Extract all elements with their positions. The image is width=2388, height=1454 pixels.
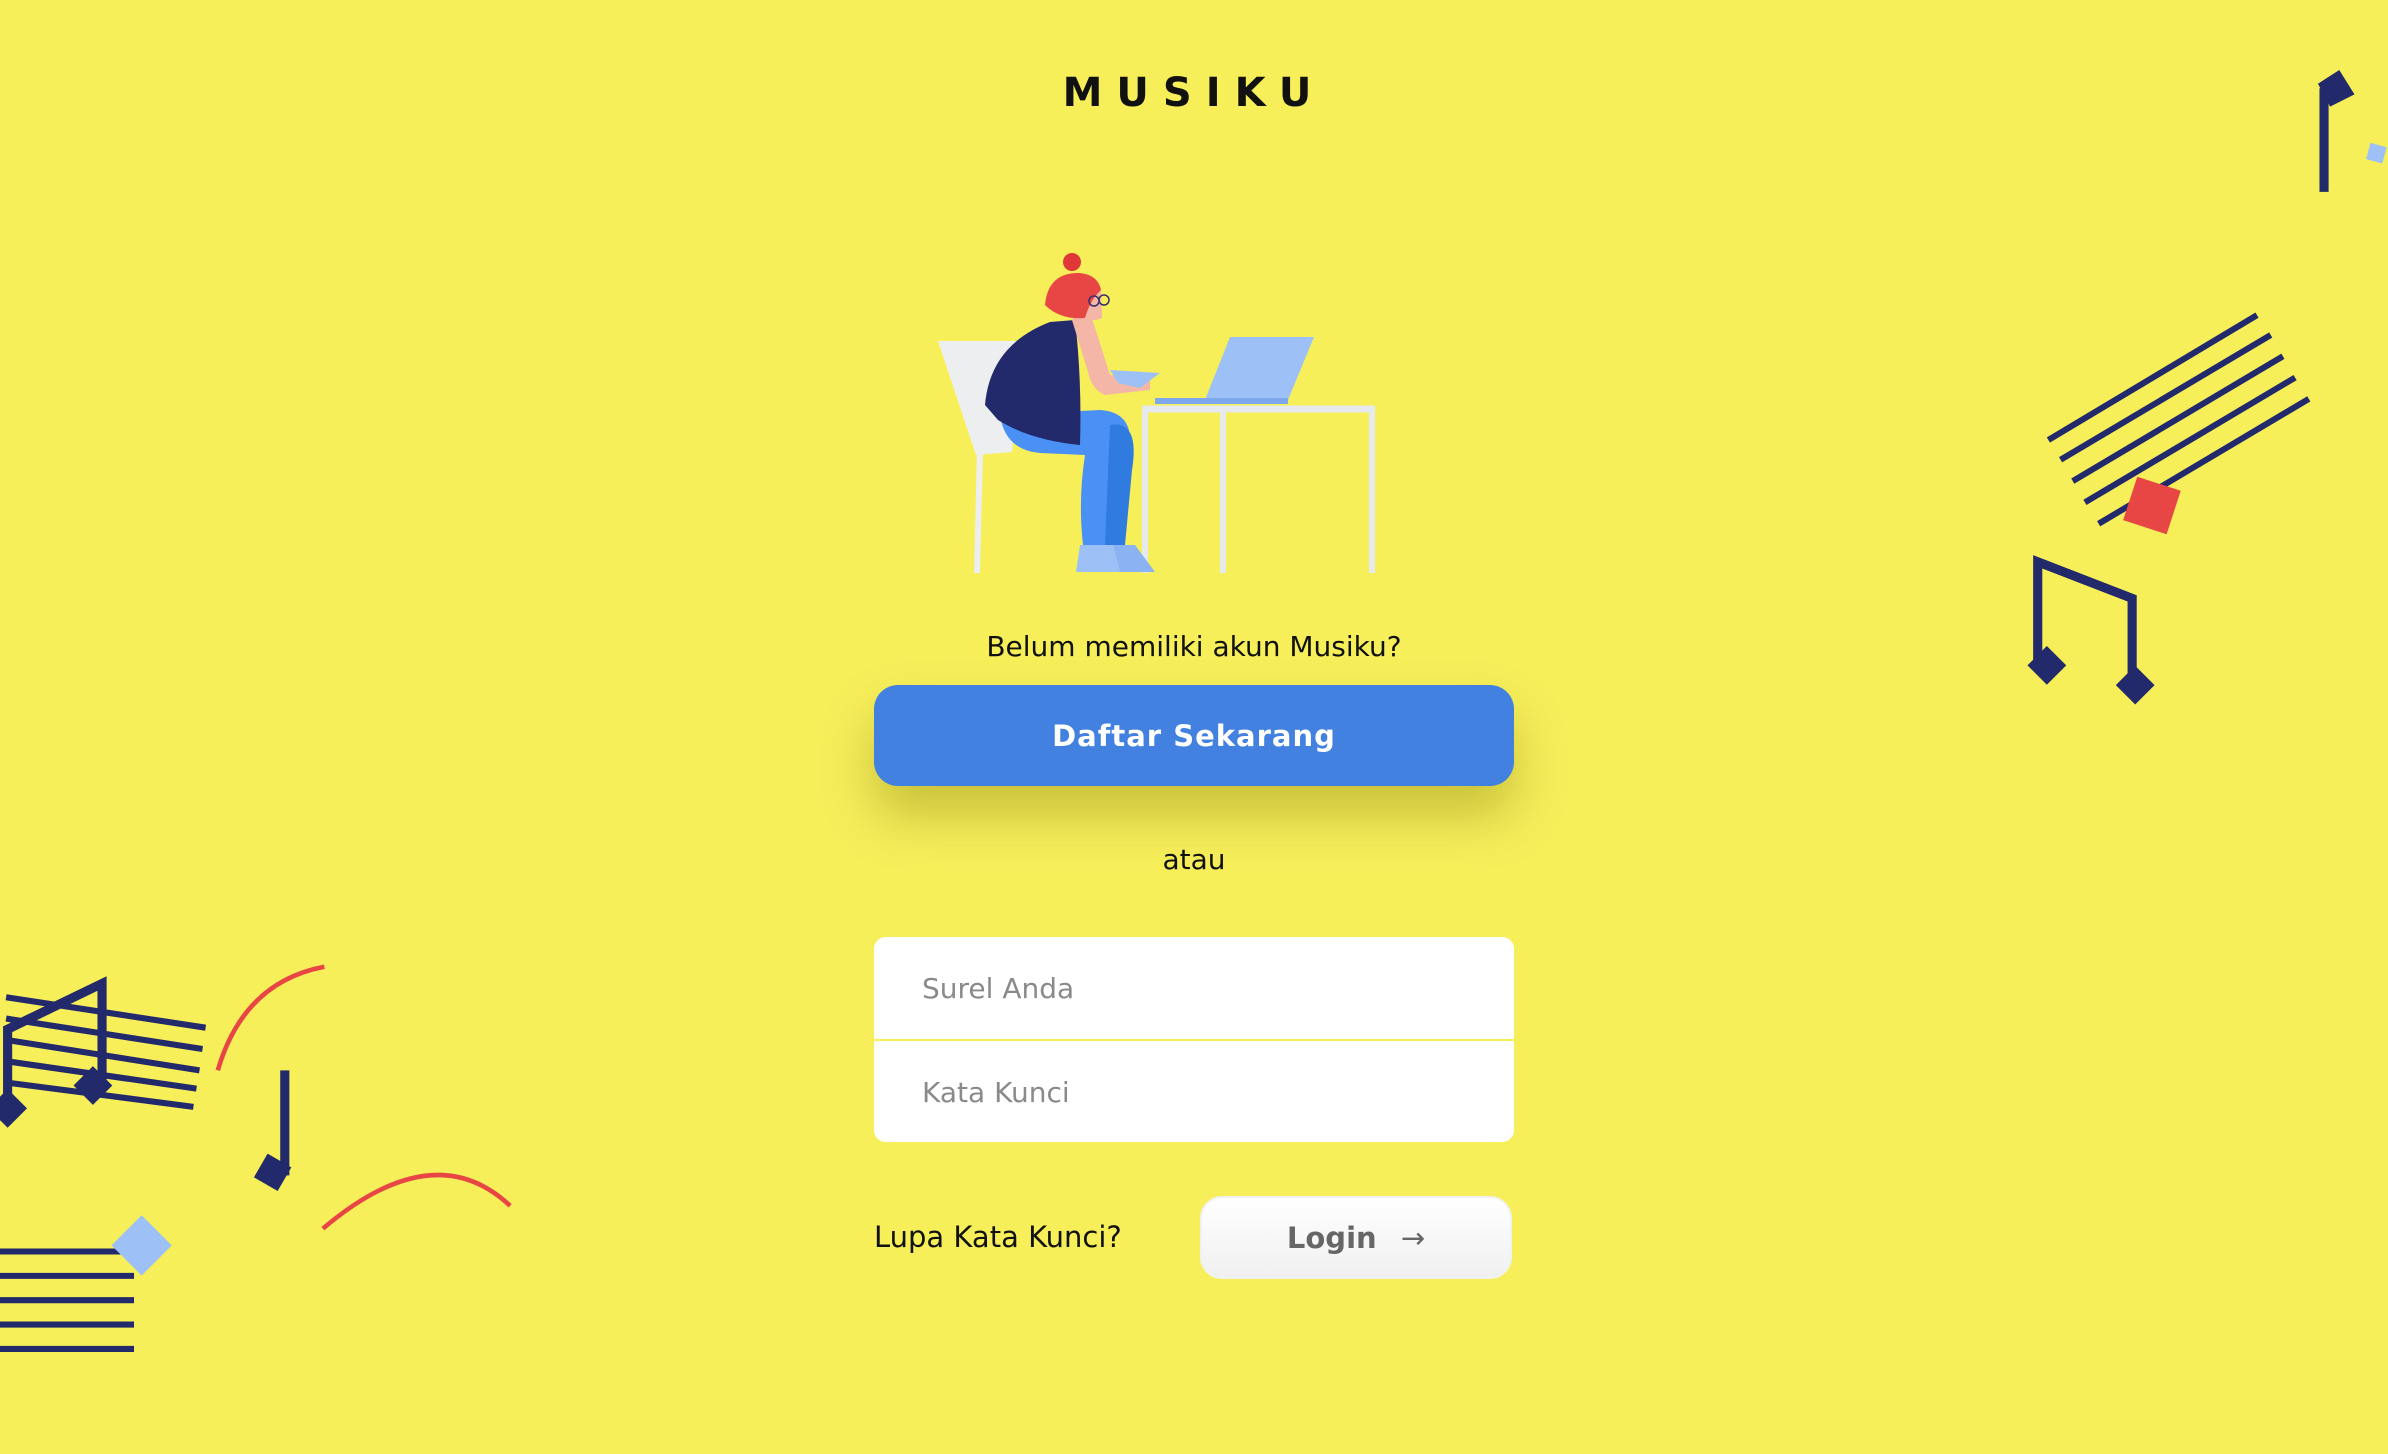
app-logo: MUSIKU bbox=[1062, 70, 1326, 116]
login-form bbox=[874, 937, 1514, 1142]
login-button[interactable]: Login → bbox=[1200, 1196, 1512, 1279]
forgot-password-link[interactable]: Lupa Kata Kunci? bbox=[874, 1220, 1122, 1254]
password-input[interactable] bbox=[874, 1041, 1514, 1142]
login-label: Login bbox=[1286, 1220, 1377, 1255]
email-input[interactable] bbox=[874, 937, 1514, 1039]
signup-button[interactable]: Daftar Sekarang bbox=[874, 685, 1514, 786]
signup-prompt: Belum memiliki akun Musiku? bbox=[986, 630, 1402, 663]
arrow-right-icon: → bbox=[1400, 1220, 1426, 1255]
divider-text: atau bbox=[1162, 843, 1226, 876]
